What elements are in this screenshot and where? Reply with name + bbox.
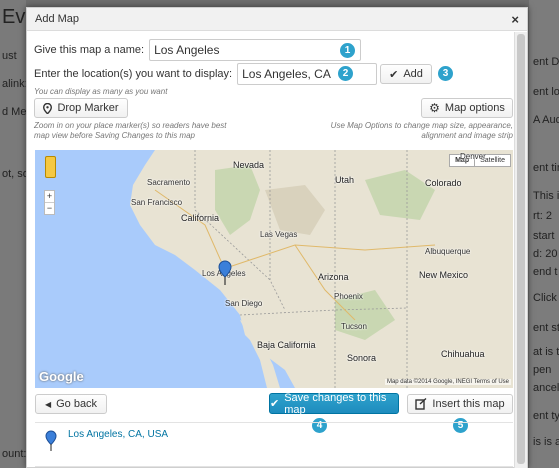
map-label-las-vegas: Las Vegas xyxy=(260,230,298,239)
map-label-sonora: Sonora xyxy=(347,353,377,363)
bg-text: ent tin xyxy=(533,162,559,174)
dialog-header: Add Map × xyxy=(27,8,527,31)
map-canvas[interactable]: + − Map Satellite Sacramento San Francis… xyxy=(35,150,513,388)
go-back-label: Go back xyxy=(56,398,98,410)
dialog-title: Add Map xyxy=(35,13,80,25)
step-badge-3: 3 xyxy=(438,66,453,81)
bg-text: Click h xyxy=(533,292,559,304)
bg-text: d Me xyxy=(2,106,27,118)
map-label-california: California xyxy=(181,213,220,223)
bg-text: ot, so xyxy=(2,168,29,180)
map-label-arizona: Arizona xyxy=(318,272,349,282)
divider xyxy=(35,422,513,423)
map-options-button[interactable]: ⚙ Map options xyxy=(421,98,513,118)
map-attribution[interactable]: Map data ©2014 Google, INEGI Terms of Us… xyxy=(384,379,511,385)
step-badge-1: 1 xyxy=(340,43,355,58)
bg-text: This is xyxy=(533,190,559,202)
bg-text: alink: xyxy=(2,78,28,90)
save-map-button[interactable]: ✔ Save changes to this map xyxy=(269,391,399,416)
map-label-colorado: Colorado xyxy=(425,178,462,188)
bg-text: d: 20 xyxy=(533,248,558,260)
add-button-label: Add xyxy=(403,68,423,80)
name-row: Give this map a name: xyxy=(34,39,362,61)
map-options-label: Map options xyxy=(444,102,505,114)
step-badge-2: 2 xyxy=(338,66,353,81)
map-label-phoenix: Phoenix xyxy=(334,292,363,301)
go-back-button[interactable]: ◀ Go back xyxy=(35,394,107,414)
map-name-input[interactable] xyxy=(149,39,362,61)
bg-text: ent Do xyxy=(533,56,559,68)
zoom-hint: Zoom in on your place marker(s) so reade… xyxy=(34,121,227,140)
map-label-san-diego: San Diego xyxy=(225,299,263,308)
insert-map-button[interactable]: Insert this map xyxy=(407,394,513,414)
location-label: Enter the location(s) you want to displa… xyxy=(34,68,233,80)
drop-marker-label: Drop Marker xyxy=(57,102,119,114)
street-view-pegman-icon[interactable] xyxy=(45,156,56,178)
insert-icon xyxy=(415,398,427,410)
save-button-label: Save changes to this map xyxy=(284,391,387,416)
bg-text: at is t xyxy=(533,346,559,358)
map-label-albuquerque: Albuquerque xyxy=(425,247,471,256)
bg-text: ent sta xyxy=(533,322,559,334)
multiple-locations-hint: You can display as many as you want xyxy=(34,87,168,96)
bg-text: ancel xyxy=(533,382,559,394)
map-label-chihuahua: Chihuahua xyxy=(441,349,485,359)
map-label-denver: Denver xyxy=(460,152,486,161)
check-icon: ✔ xyxy=(270,398,280,410)
add-location-button[interactable]: ✔ Add xyxy=(380,64,432,84)
map-label-sacramento: Sacramento xyxy=(147,178,191,187)
map-label-new-mexico: New Mexico xyxy=(419,270,469,280)
dialog-scrollbar[interactable] xyxy=(514,32,527,468)
options-hint: Use Map Options to change map size, appe… xyxy=(330,121,513,140)
bg-text: ount: xyxy=(2,448,27,460)
bg-text: end t xyxy=(533,266,558,278)
map-marker-icon[interactable] xyxy=(218,260,232,286)
admin-left-strip: ust alink: d Me ot, so ount: xyxy=(0,0,29,468)
map-pin-icon xyxy=(43,102,53,114)
close-icon[interactable]: × xyxy=(511,12,519,27)
map-label-san-francisco: San Francisco xyxy=(131,198,183,207)
add-map-dialog: Add Map × Give this map a name: 1 Enter … xyxy=(26,7,528,468)
bg-text: is is a xyxy=(533,436,559,448)
caret-left-icon: ◀ xyxy=(44,399,52,409)
bg-text: pen xyxy=(533,364,552,376)
map-pin-icon xyxy=(45,430,57,451)
bg-text: ust xyxy=(2,50,17,62)
zoom-out-button[interactable]: − xyxy=(45,203,54,214)
bg-text: ent typ xyxy=(533,410,559,422)
bg-text: ent loc xyxy=(533,86,559,98)
bg-text: start xyxy=(533,230,555,242)
zoom-in-button[interactable]: + xyxy=(45,191,54,203)
zoom-control: + − xyxy=(44,190,55,215)
gear-icon: ⚙ xyxy=(429,101,440,115)
scrollbar-thumb[interactable] xyxy=(517,34,525,464)
map-label-tucson: Tucson xyxy=(341,322,367,331)
bg-text: A Aud xyxy=(533,114,559,126)
insert-button-label: Insert this map xyxy=(432,398,505,410)
drop-marker-button[interactable]: Drop Marker xyxy=(34,98,128,118)
check-icon: ✔ xyxy=(389,68,399,81)
location-result-link[interactable]: Los Angeles, CA, USA xyxy=(68,429,168,440)
map-label-baja-california: Baja California xyxy=(257,340,316,350)
google-logo: Google xyxy=(39,369,84,384)
location-row: Enter the location(s) you want to displa… xyxy=(34,63,378,85)
bg-text: rt: 2 xyxy=(533,210,552,222)
location-input[interactable] xyxy=(237,63,378,85)
map-label-nevada: Nevada xyxy=(233,160,265,170)
map-label-utah: Utah xyxy=(335,175,355,185)
name-label: Give this map a name: xyxy=(34,44,145,56)
